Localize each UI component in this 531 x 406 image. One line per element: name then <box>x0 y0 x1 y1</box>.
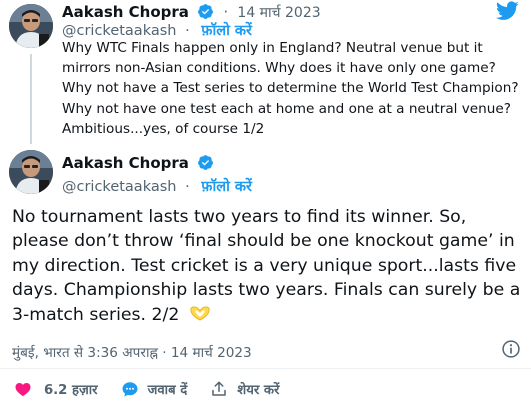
follow-button[interactable]: फ़ॉलो करें <box>201 23 252 39</box>
verified-badge-icon <box>198 4 214 19</box>
author-handle-row: @cricketaakash · फ़ॉलो करें <box>62 176 252 196</box>
author-name-text: Aakash Chopra <box>62 154 189 172</box>
tweet-timestamp[interactable]: मुंबई, भारत से 3:36 अपराह्न · 14 मार्च 2… <box>12 342 252 361</box>
like-count: 6.2 हज़ार <box>44 383 98 398</box>
share-button[interactable]: शेयर करें <box>210 380 279 398</box>
author-name[interactable]: Aakash Chopra <box>62 154 214 172</box>
info-icon[interactable] <box>501 339 521 359</box>
share-icon <box>212 381 226 396</box>
divider <box>0 368 531 369</box>
tweet-text: Why WTC Finals happen only in England? N… <box>62 40 519 137</box>
heart-icon <box>15 383 31 397</box>
follow-button[interactable]: फ़ॉलो करें <box>201 179 252 195</box>
action-bar: 6.2 हज़ार जवाब दें शेयर करें <box>12 380 302 398</box>
reply-label: जवाब दें <box>147 383 188 398</box>
separator-dot: · <box>223 3 229 21</box>
tweet-text-container: No tournament lasts two years to find it… <box>12 205 524 327</box>
tweet-text: No tournament lasts two years to find it… <box>12 207 521 325</box>
author-handle[interactable]: @cricketaakash <box>62 179 176 195</box>
separator-dot: · <box>185 23 190 39</box>
thread-connector-line <box>30 54 32 144</box>
reply-icon <box>122 382 138 397</box>
author-handle[interactable]: @cricketaakash <box>62 23 176 39</box>
reply-button[interactable]: जवाब दें <box>121 380 188 398</box>
verified-badge-icon <box>198 155 214 170</box>
author-name-text: Aakash Chopra <box>62 3 189 21</box>
author-handle-row: @cricketaakash · फ़ॉलो करें <box>62 20 252 40</box>
share-label: शेयर करें <box>237 383 280 398</box>
tweet-date[interactable]: 14 मार्च 2023 <box>237 5 320 21</box>
avatar[interactable] <box>9 4 53 48</box>
separator-dot: · <box>185 179 190 195</box>
like-button[interactable]: 6.2 हज़ार <box>12 380 98 398</box>
avatar[interactable] <box>9 150 53 194</box>
twitter-bird-icon[interactable] <box>496 1 519 21</box>
heart-hands-emoji <box>190 306 210 321</box>
